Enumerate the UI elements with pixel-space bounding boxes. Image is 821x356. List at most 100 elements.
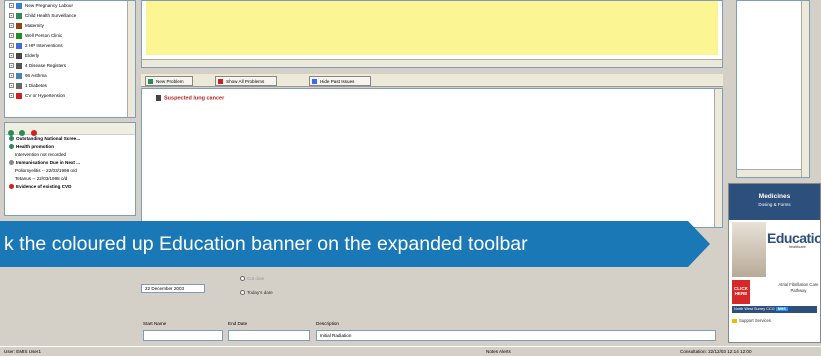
- problems-list: Suspected lung cancer: [141, 88, 723, 228]
- tree-item[interactable]: +2 HP Interventions: [5, 41, 135, 51]
- interventions-icon: [16, 42, 22, 49]
- well-person-icon: [16, 32, 22, 39]
- registers-icon: [16, 62, 22, 69]
- clinical-tree-panel: + New Pregnancy Labour + Child Health Surve…: [4, 0, 136, 118]
- tree-item-label: 96 Asthma: [25, 73, 47, 78]
- notes-panel: [141, 0, 723, 68]
- expand-icon[interactable]: +: [9, 3, 14, 9]
- education-title: Education: [767, 230, 820, 246]
- new-problem-button[interactable]: New Problem: [145, 76, 193, 86]
- problem-icon: [156, 95, 161, 101]
- alert-text: Tetanus -- 22/03/1998 o/d: [15, 176, 68, 181]
- status-middle: Notes Alerts: [486, 349, 511, 354]
- status-bar: User: EMIS User1 Notes Alerts Consultati…: [0, 346, 821, 356]
- medicines-subtitle: Dosing & Forms: [758, 202, 791, 207]
- alert-row[interactable]: Tetanus -- 22/03/1998 o/d: [5, 175, 135, 183]
- notes-horizontal-scrollbar[interactable]: [142, 59, 722, 67]
- support-services-label: Support Services: [739, 318, 771, 323]
- problem-row[interactable]: Suspected lung cancer: [156, 95, 224, 101]
- expand-icon[interactable]: +: [9, 93, 14, 99]
- education-sidebar: Medicines Dosing & Forms Education healt…: [728, 183, 821, 343]
- start-name-input[interactable]: [143, 330, 223, 341]
- expand-icon[interactable]: +: [9, 73, 14, 79]
- pregnancy-icon: [16, 2, 22, 9]
- notes-area[interactable]: [146, 1, 718, 55]
- alert-status-icon: [9, 160, 14, 166]
- cut-date-radio[interactable]: Cut date: [240, 276, 264, 282]
- diabetes-icon: [16, 82, 22, 89]
- tree-item[interactable]: + Maternity: [5, 21, 135, 31]
- tree-item[interactable]: + CV or Hypertension: [5, 91, 135, 101]
- pathway-description: Atrial Fibrillation Care Pathway: [778, 282, 819, 293]
- alert-row[interactable]: Immunisations Due in Next ...: [5, 159, 135, 167]
- end-date-label: End Date: [228, 321, 248, 326]
- expand-icon[interactable]: +: [9, 33, 14, 39]
- medicines-title: Medicines: [758, 193, 791, 200]
- problems-vertical-scrollbar[interactable]: [714, 89, 722, 227]
- expand-icon[interactable]: +: [9, 13, 14, 19]
- expand-icon[interactable]: +: [9, 43, 14, 49]
- expand-icon[interactable]: +: [9, 83, 14, 89]
- right-panel-horizontal-scrollbar[interactable]: [737, 169, 801, 177]
- hide-past-icon: [312, 79, 317, 84]
- alert-status-icon: [9, 144, 14, 150]
- description-label: Description: [316, 321, 339, 326]
- show-all-label: Show All Problems: [226, 79, 265, 84]
- show-all-problems-button[interactable]: Show All Problems: [215, 76, 277, 86]
- alert-status-icon: [9, 184, 14, 190]
- new-problem-label: New Problem: [156, 79, 184, 84]
- end-date-input[interactable]: [228, 330, 310, 341]
- callout-arrow-icon: [688, 221, 710, 267]
- instruction-callout: k the coloured up Education banner on th…: [0, 221, 688, 267]
- medicines-banner[interactable]: Medicines Dosing & Forms: [729, 184, 820, 220]
- tree-item-label: Maternity: [25, 23, 44, 28]
- right-panel-scrollbar[interactable]: [801, 1, 809, 177]
- maternity-icon: [16, 22, 22, 29]
- alert-row[interactable]: Poliomyelitis -- 22/03/1998 o/d: [5, 167, 135, 175]
- alerts-list: Outstanding National Scree... Health prom…: [5, 135, 135, 191]
- expand-icon[interactable]: +: [9, 23, 14, 29]
- support-services-link[interactable]: Support Services: [732, 318, 771, 323]
- clinician-photo: [732, 222, 766, 277]
- tree-item-label: 1 Diabetes: [25, 83, 47, 88]
- tree-scrollbar[interactable]: [127, 1, 135, 117]
- tree-item[interactable]: +96 Asthma: [5, 71, 135, 81]
- click-here-button[interactable]: CLICK HERE: [732, 280, 750, 304]
- alert-text: Health promotion: [16, 144, 55, 149]
- alert-status-icon: [9, 136, 14, 142]
- date-field[interactable]: 22 December 2003: [141, 284, 205, 293]
- alert-row[interactable]: Intervention not recorded: [5, 151, 135, 159]
- tree-item-label: 4 Disease Registers: [25, 63, 67, 68]
- elderly-icon: [16, 52, 22, 59]
- tree-item[interactable]: + Well Person Clinic: [5, 31, 135, 41]
- today-date-label: Today's date: [247, 290, 273, 295]
- expand-icon[interactable]: +: [9, 53, 14, 59]
- alert-row[interactable]: Evidence of existing CVD: [5, 183, 135, 191]
- tree-item-label: CV or Hypertension: [25, 93, 66, 98]
- alert-text: Outstanding National Scree...: [16, 136, 81, 141]
- problem-label: Suspected lung cancer: [164, 95, 225, 102]
- alert-row[interactable]: Health promotion: [5, 143, 135, 151]
- tree-item[interactable]: +4 Disease Registers: [5, 61, 135, 71]
- today-date-radio[interactable]: Today's date: [240, 290, 273, 296]
- alert-text: Poliomyelitis -- 22/03/1998 o/d: [15, 168, 77, 173]
- asthma-icon: [16, 72, 22, 79]
- expand-icon[interactable]: +: [9, 63, 14, 69]
- start-name-label: Start Name: [143, 321, 167, 326]
- alert-text: Evidence of existing CVD: [16, 184, 72, 189]
- tree-item[interactable]: +1 Diabetes: [5, 81, 135, 91]
- right-panel: [736, 0, 810, 178]
- description-input[interactable]: Initial Radiation: [316, 330, 716, 341]
- tree-item[interactable]: + New Pregnancy Labour: [5, 1, 135, 11]
- hide-past-issues-button[interactable]: Hide Past Issues: [309, 76, 371, 86]
- alert-row[interactable]: Outstanding National Scree...: [5, 135, 135, 143]
- tree-item-label: New Pregnancy Labour: [25, 3, 74, 8]
- education-banner[interactable]: Education healthcare: [729, 220, 820, 280]
- emis-window: + New Pregnancy Labour + Child Health Surve…: [0, 0, 821, 356]
- folder-icon: [732, 318, 737, 323]
- hide-past-label: Hide Past Issues: [320, 79, 355, 84]
- alerts-panel: Outstanding National Scree... Health prom…: [4, 122, 136, 216]
- radio-circle-icon: [240, 276, 245, 282]
- tree-item[interactable]: + Child Health Surveillance: [5, 11, 135, 21]
- tree-item[interactable]: + Elderly: [5, 51, 135, 61]
